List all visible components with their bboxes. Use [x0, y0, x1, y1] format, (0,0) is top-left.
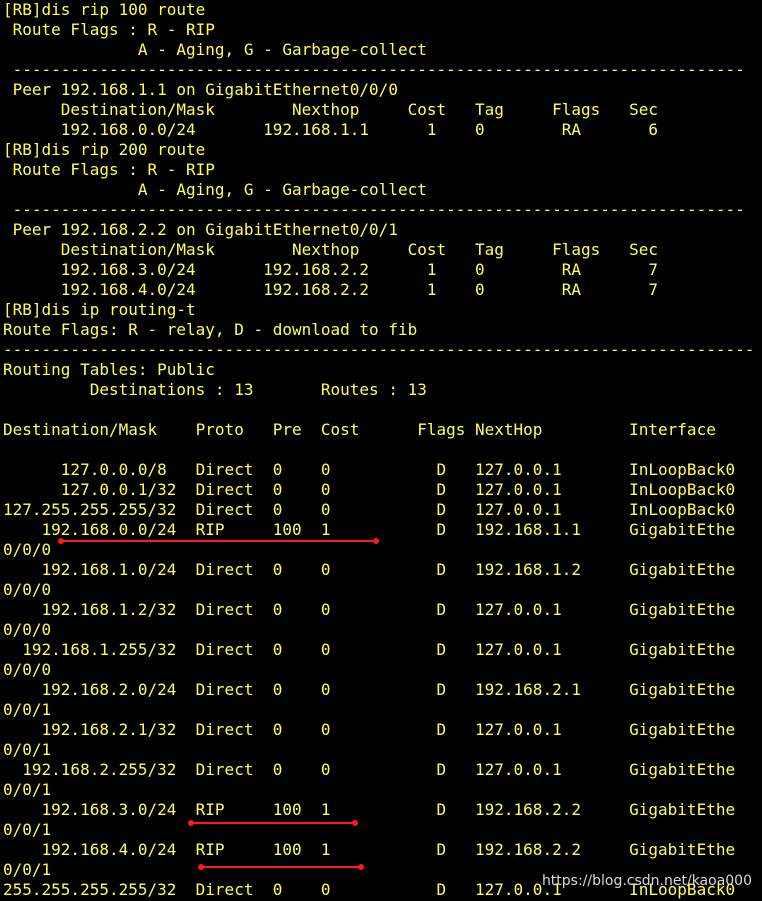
terminal-line: [RB]dis ip routing-t: [3, 300, 196, 319]
terminal-line: 192.168.1.255/32 Direct 0 0 D 127.0.0.1 …: [3, 640, 736, 659]
terminal-line: ----------------------------------------…: [3, 340, 755, 359]
terminal-window[interactable]: [RB]dis rip 100 route Route Flags : R - …: [0, 0, 762, 901]
terminal-line: Destination/Mask Proto Pre Cost Flags Ne…: [3, 420, 716, 439]
terminal-line: 192.168.2.1/32 Direct 0 0 D 127.0.0.1 Gi…: [3, 720, 736, 739]
terminal-line: 127.0.0.1/32 Direct 0 0 D 127.0.0.1 InLo…: [3, 480, 736, 499]
terminal-line: 0/0/1: [3, 700, 52, 719]
terminal-line: Route Flags : R - RIP: [3, 20, 215, 39]
terminal-line: Destinations : 13 Routes : 13: [3, 380, 427, 399]
terminal-line: Route Flags : R - RIP: [3, 160, 215, 179]
terminal-line: A - Aging, G - Garbage-collect: [3, 40, 427, 59]
terminal-line: Route Flags: R - relay, D - download to …: [3, 320, 418, 339]
terminal-line: 192.168.1.2/32 Direct 0 0 D 127.0.0.1 Gi…: [3, 600, 736, 619]
terminal-line: 192.168.2.255/32 Direct 0 0 D 127.0.0.1 …: [3, 760, 736, 779]
terminal-line: 192.168.3.0/24 192.168.2.2 1 0 RA 7: [3, 260, 659, 279]
terminal-line: 0/0/0: [3, 540, 52, 559]
watermark-text: https://blog.csdn.net/kaoa000: [541, 873, 752, 889]
terminal-line: Peer 192.168.2.2 on GigabitEthernet0/0/1: [3, 220, 398, 239]
terminal-line: 192.168.3.0/24 RIP 100 1 D 192.168.2.2 G…: [3, 800, 736, 819]
terminal-line: 0/0/1: [3, 780, 52, 799]
terminal-line: Destination/Mask Nexthop Cost Tag Flags …: [3, 100, 659, 119]
terminal-line: Destination/Mask Nexthop Cost Tag Flags …: [3, 240, 659, 259]
terminal-line: 0/0/0: [3, 660, 52, 679]
terminal-line: 127.255.255.255/32 Direct 0 0 D 127.0.0.…: [3, 500, 736, 519]
rip-route-underline: [58, 538, 379, 544]
terminal-line: 192.168.4.0/24 192.168.2.2 1 0 RA 7: [3, 280, 659, 299]
terminal-line: 192.168.4.0/24 RIP 100 1 D 192.168.2.2 G…: [3, 840, 736, 859]
terminal-line: 192.168.0.0/24 RIP 100 1 D 192.168.1.1 G…: [3, 520, 736, 539]
rip-route-underline: [188, 820, 358, 826]
terminal-line: 192.168.1.0/24 Direct 0 0 D 192.168.1.2 …: [3, 560, 736, 579]
terminal-line: ----------------------------------------…: [3, 200, 745, 219]
terminal-line: 192.168.2.0/24 Direct 0 0 D 192.168.2.1 …: [3, 680, 736, 699]
terminal-line: [RB]dis rip 200 route: [3, 140, 206, 159]
terminal-line: 0/0/1: [3, 860, 52, 879]
terminal-line: ----------------------------------------…: [3, 60, 745, 79]
terminal-line: A - Aging, G - Garbage-collect: [3, 180, 427, 199]
terminal-line: 192.168.0.0/24 192.168.1.1 1 0 RA 6: [3, 120, 659, 139]
terminal-line: 0/0/1: [3, 740, 52, 759]
terminal-line: Routing Tables: Public: [3, 360, 215, 379]
terminal-line: 127.0.0.0/8 Direct 0 0 D 127.0.0.1 InLoo…: [3, 460, 736, 479]
terminal-line: Peer 192.168.1.1 on GigabitEthernet0/0/0: [3, 80, 398, 99]
terminal-line: 0/0/0: [3, 580, 52, 599]
terminal-line: 0/0/0: [3, 620, 52, 639]
rip-route-underline: [198, 864, 364, 870]
terminal-line: 0/0/1: [3, 820, 52, 839]
terminal-line: [RB]dis rip 100 route: [3, 0, 206, 19]
